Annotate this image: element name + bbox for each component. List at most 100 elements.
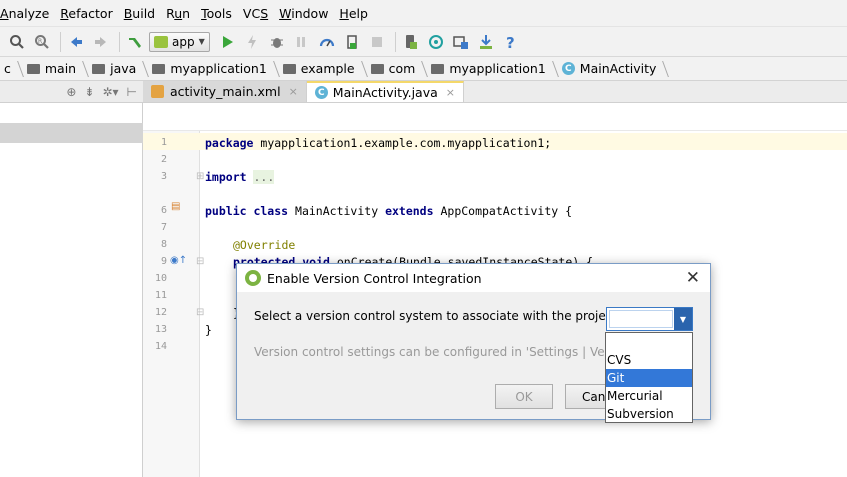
menu-bar: Analyze Refactor Build Run Tools VCS Win… bbox=[0, 0, 847, 27]
main-toolbar: R app ▼ ? bbox=[0, 27, 847, 57]
project-tree[interactable] bbox=[0, 103, 143, 477]
breadcrumb-item[interactable]: myapplication1 bbox=[427, 59, 557, 79]
apply-code-changes-icon[interactable] bbox=[341, 31, 363, 53]
vcs-option-mercurial[interactable]: Mercurial bbox=[606, 387, 692, 405]
tab-activity-main-xml[interactable]: activity_main.xml × bbox=[143, 81, 307, 102]
code-line: package myapplication1.example.com.myapp… bbox=[205, 136, 552, 150]
breadcrumb-item[interactable]: main bbox=[23, 59, 88, 79]
hide-icon[interactable]: ⊢ bbox=[127, 85, 137, 99]
find-icon[interactable] bbox=[6, 31, 28, 53]
profile-icon[interactable] bbox=[316, 31, 338, 53]
toolbar-separator bbox=[394, 31, 396, 52]
code-line: } bbox=[205, 323, 212, 337]
breadcrumb-item[interactable]: java bbox=[88, 59, 148, 79]
close-icon[interactable]: × bbox=[289, 85, 298, 98]
replace-icon[interactable]: R bbox=[31, 31, 53, 53]
code-line: public class MainActivity extends AppCom… bbox=[205, 204, 573, 218]
fold-icon[interactable]: ⊟ bbox=[196, 307, 204, 318]
debug-icon[interactable] bbox=[266, 31, 288, 53]
dialog-title: Enable Version Control Integration bbox=[267, 270, 482, 286]
folder-icon bbox=[26, 63, 40, 74]
project-pane-toolbar: ⊕ ⇟ ✲▾ ⊢ bbox=[0, 81, 143, 103]
vcs-option-cvs[interactable]: CVS bbox=[606, 351, 692, 369]
breadcrumb-item[interactable]: com bbox=[367, 59, 428, 79]
line-number: 13 bbox=[154, 324, 167, 335]
line-number: 1 bbox=[160, 137, 167, 148]
menu-build[interactable]: Build bbox=[120, 6, 162, 21]
project-structure-icon[interactable] bbox=[450, 31, 472, 53]
line-number: 14 bbox=[154, 341, 167, 352]
class-icon: C bbox=[561, 62, 575, 75]
make-project-icon[interactable] bbox=[124, 31, 146, 53]
scroll-from-source-icon[interactable]: ⊕ bbox=[66, 85, 76, 99]
sdk-manager-icon[interactable] bbox=[475, 31, 497, 53]
back-icon[interactable] bbox=[65, 31, 87, 53]
override-marker-icon[interactable]: ◉↑ bbox=[170, 255, 187, 266]
menu-run[interactable]: Run bbox=[162, 6, 197, 21]
folder-icon bbox=[152, 63, 166, 74]
menu-analyze[interactable]: Analyze bbox=[0, 6, 56, 21]
android-studio-icon bbox=[245, 270, 261, 286]
menu-refactor[interactable]: Refactor bbox=[56, 6, 119, 21]
sync-project-icon[interactable] bbox=[425, 31, 447, 53]
vcs-option-subversion[interactable]: Subversion bbox=[606, 405, 692, 423]
vcs-options-list: CVS Git Mercurial Subversion bbox=[605, 332, 693, 423]
chevron-down-icon: ▼ bbox=[198, 37, 205, 46]
forward-icon[interactable] bbox=[90, 31, 112, 53]
attach-debugger-icon[interactable] bbox=[291, 31, 313, 53]
menu-vcs[interactable]: VCS bbox=[239, 6, 275, 21]
line-number: 12 bbox=[154, 307, 167, 318]
ok-button[interactable]: OK bbox=[495, 384, 553, 409]
line-number: 11 bbox=[154, 290, 167, 301]
close-icon[interactable]: ✕ bbox=[686, 268, 700, 288]
breadcrumb-item[interactable]: example bbox=[279, 59, 367, 79]
line-number: 10 bbox=[154, 273, 167, 284]
gear-icon[interactable]: ✲▾ bbox=[102, 85, 118, 99]
toolbar-separator bbox=[60, 31, 61, 52]
folder-icon bbox=[370, 63, 384, 74]
close-icon[interactable]: × bbox=[446, 86, 455, 99]
layout-file-icon bbox=[151, 85, 164, 98]
dialog-title-bar[interactable]: Enable Version Control Integration bbox=[237, 264, 710, 292]
line-number: 9 bbox=[160, 256, 167, 267]
svg-text:R: R bbox=[38, 38, 42, 45]
project-tree-selected-row[interactable] bbox=[0, 123, 143, 143]
line-number: 8 bbox=[160, 239, 167, 250]
svg-text:?: ? bbox=[506, 34, 515, 50]
line-number: 2 bbox=[160, 154, 167, 165]
menu-window[interactable]: Window bbox=[275, 6, 335, 21]
vcs-select[interactable]: ▼ bbox=[606, 307, 693, 331]
vcs-settings-hint: Version control settings can be configur… bbox=[254, 345, 654, 359]
code-line: @Override bbox=[233, 238, 296, 252]
code-line: import ... bbox=[205, 170, 275, 184]
line-number: 3 bbox=[160, 171, 167, 182]
breadcrumb-item[interactable]: myapplication1 bbox=[148, 59, 278, 79]
folder-icon bbox=[282, 63, 296, 74]
run-icon[interactable] bbox=[216, 31, 238, 53]
avd-manager-icon[interactable] bbox=[400, 31, 422, 53]
editor-tab-bar: activity_main.xml × C MainActivity.java … bbox=[143, 81, 847, 103]
breadcrumb-item[interactable]: c bbox=[0, 59, 23, 79]
editor-header-strip bbox=[143, 103, 847, 131]
class-icon: C bbox=[314, 86, 328, 99]
help-icon[interactable]: ? bbox=[500, 31, 522, 53]
stop-icon[interactable] bbox=[366, 31, 388, 53]
run-configuration-select[interactable]: app ▼ bbox=[149, 31, 210, 52]
menu-tools[interactable]: Tools bbox=[197, 6, 239, 21]
vcs-option-git[interactable]: Git bbox=[606, 369, 692, 387]
fold-icon[interactable]: ⊞ bbox=[196, 171, 204, 182]
chevron-down-icon[interactable]: ▼ bbox=[674, 308, 692, 330]
vcs-select-value bbox=[609, 310, 673, 328]
android-app-icon bbox=[154, 35, 168, 48]
apply-changes-icon[interactable] bbox=[241, 31, 263, 53]
toolbar-separator bbox=[119, 31, 120, 52]
tab-mainactivity-java[interactable]: C MainActivity.java × bbox=[306, 81, 464, 102]
folder-icon bbox=[92, 63, 106, 74]
fold-icon[interactable]: ⊟ bbox=[196, 256, 204, 267]
vcs-select-label: Select a version control system to assoc… bbox=[254, 309, 649, 323]
gutter-class-icon[interactable]: ▤ bbox=[171, 201, 180, 212]
breadcrumb-item[interactable]: C MainActivity bbox=[558, 59, 669, 79]
line-number: 7 bbox=[160, 222, 167, 233]
menu-help[interactable]: Help bbox=[335, 6, 375, 21]
collapse-all-icon[interactable]: ⇟ bbox=[84, 85, 94, 99]
